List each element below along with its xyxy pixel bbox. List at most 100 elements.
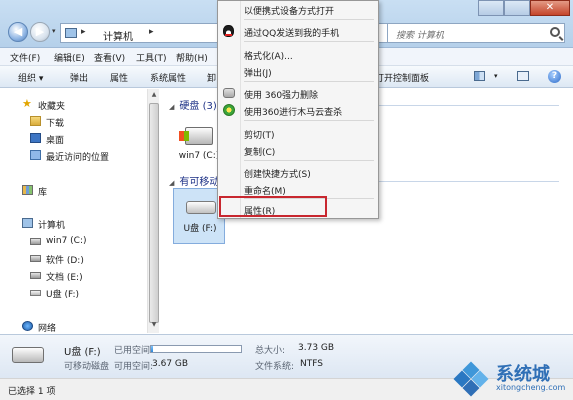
breadcrumb-arrow-icon[interactable]: ▸ [149, 27, 154, 37]
menu-item-label: 以便携式设备方式打开 [244, 7, 335, 17]
details-fs-value: NTFS [300, 359, 323, 369]
usb-drive-icon [186, 201, 216, 214]
context-menu: 以便携式设备方式打开 通过QQ发送到我的手机 格式化(A)... 弹出(J) 使… [217, 0, 379, 219]
computer-icon [65, 28, 77, 38]
view-dropdown[interactable]: ▾ [494, 72, 498, 80]
network-icon [22, 321, 33, 331]
desktop-icon [30, 133, 41, 143]
status-text: 已选择 1 项 [8, 387, 56, 397]
forward-button[interactable]: ▶ [30, 22, 50, 42]
menu-item-label: 通过QQ发送到我的手机 [244, 29, 340, 39]
hard-drive-icon [30, 238, 41, 245]
hard-drive-icon [30, 255, 41, 262]
hard-drive-icon [30, 272, 41, 279]
open-control-panel-button[interactable]: 打开控制面板 [375, 71, 429, 84]
eject-button[interactable]: 弹出 [70, 71, 88, 84]
menu-item-eject[interactable]: 弹出(J) [218, 63, 378, 79]
menu-item-send-qq[interactable]: 通过QQ发送到我的手机 [218, 23, 378, 39]
group-title: 硬盘 (3) [179, 101, 217, 112]
properties-button[interactable]: 属性 [110, 71, 128, 84]
windows-logo-icon [179, 131, 189, 141]
breadcrumb-arrow-icon[interactable]: ▸ [81, 27, 86, 37]
menu-edit[interactable]: 编辑(E) [54, 51, 85, 64]
sidebar-item-label: 计算机 [38, 221, 66, 231]
system-properties-button[interactable]: 系统属性 [150, 71, 186, 84]
menu-separator [244, 41, 374, 42]
scroll-down-icon[interactable]: ▼ [149, 321, 159, 331]
scroll-up-icon[interactable]: ▲ [149, 91, 159, 101]
used-space-bar [150, 345, 242, 353]
menu-file[interactable]: 文件(F) [10, 51, 40, 64]
menu-item-open-portable[interactable]: 以便携式设备方式打开 [218, 1, 378, 17]
brand-url: xitongcheng.com [496, 383, 566, 392]
menu-item-label: 弹出(J) [244, 69, 272, 79]
shredder-icon [223, 88, 235, 98]
menu-item-360-scan[interactable]: 使用360进行木马云查杀 [218, 102, 378, 118]
details-fs-label: 文件系统: [255, 362, 295, 372]
brand-logo-icon [453, 361, 489, 397]
navigation-pane: ★ 收藏夹 下载 桌面 最近访问的位置 库 计算机 win7 (C:) 软件 (… [0, 89, 152, 334]
group-header-removable[interactable]: ◢ 有可移动 [169, 173, 219, 188]
menu-item-rename[interactable]: 重命名(M) [218, 181, 378, 197]
menu-help[interactable]: 帮助(H) [176, 51, 208, 64]
preview-pane-icon[interactable] [517, 71, 529, 81]
menu-item-label: 格式化(A)... [244, 52, 293, 62]
star-icon: ★ [22, 97, 32, 110]
menu-item-label: 复制(C) [244, 148, 276, 158]
sidebar-item-label: 文档 (E:) [46, 273, 83, 283]
maximize-button[interactable] [504, 0, 530, 16]
menu-item-create-shortcut[interactable]: 创建快捷方式(S) [218, 164, 378, 180]
drive-label: U盘 (F:) [183, 224, 217, 234]
menu-separator [244, 81, 374, 82]
computer-icon [22, 218, 33, 228]
breadcrumb-computer[interactable]: 计算机 [103, 28, 133, 43]
watermark: 系统城 xitongcheng.com [453, 360, 571, 398]
details-type: 可移动磁盘 [64, 362, 110, 372]
used-space-fill [151, 346, 153, 352]
group-header-hard-drives[interactable]: ◢ 硬盘 (3) [169, 97, 217, 112]
menu-item-copy[interactable]: 复制(C) [218, 142, 378, 158]
close-button[interactable]: ✕ [530, 0, 570, 16]
sidebar-item-label: U盘 (F:) [46, 290, 79, 300]
menu-view[interactable]: 查看(V) [94, 51, 125, 64]
menu-item-360-delete[interactable]: 使用 360强力删除 [218, 85, 378, 101]
search-icon[interactable] [550, 27, 560, 37]
menu-tools[interactable]: 工具(T) [136, 51, 167, 64]
back-button[interactable]: ◀ [8, 22, 28, 42]
menu-item-label: 使用 360强力删除 [244, 91, 319, 101]
uninstall-button[interactable]: 卸 [207, 71, 216, 84]
help-icon[interactable]: ? [548, 70, 561, 83]
sidebar-item-label: 软件 (D:) [46, 256, 84, 266]
qq-penguin-icon [223, 25, 234, 37]
collapse-icon[interactable]: ◢ [169, 179, 174, 187]
menu-separator [244, 160, 374, 161]
usb-drive-icon [12, 347, 44, 363]
menu-item-label: 创建快捷方式(S) [244, 170, 311, 180]
menu-separator [244, 19, 374, 20]
sidebar-item-label: 下载 [46, 119, 65, 129]
360-security-icon [223, 104, 235, 116]
scrollbar-thumb[interactable] [149, 103, 159, 323]
details-total-value: 3.73 GB [298, 343, 335, 353]
details-used-label: 已用空间: [114, 346, 154, 356]
search-input[interactable]: 搜索 计算机 [387, 23, 565, 43]
view-icon[interactable] [474, 71, 485, 81]
menu-item-label: 剪切(T) [244, 131, 275, 141]
group-title: 有可移动 [179, 177, 220, 188]
details-name: U盘 (F:) [64, 347, 101, 358]
recent-pages-dropdown[interactable]: ▾ [52, 27, 56, 35]
menu-item-format[interactable]: 格式化(A)... [218, 46, 378, 62]
sidebar-item-label: 网络 [38, 324, 57, 334]
search-placeholder: 搜索 计算机 [396, 31, 444, 41]
sidebar-item-label: 最近访问的位置 [46, 153, 110, 163]
minimize-button[interactable] [478, 0, 504, 16]
details-free-value: 3.67 GB [152, 359, 189, 369]
sidebar-item-label: win7 (C:) [46, 236, 87, 246]
downloads-folder-icon [30, 116, 41, 126]
sidebar-item-label: 收藏夹 [38, 102, 66, 112]
details-total-label: 总大小: [255, 346, 286, 356]
menu-item-cut[interactable]: 剪切(T) [218, 125, 378, 141]
sidebar-scrollbar[interactable]: ▲ ▼ [147, 89, 159, 333]
organize-button[interactable]: 组织 ▾ [18, 71, 43, 84]
collapse-icon[interactable]: ◢ [169, 103, 174, 111]
